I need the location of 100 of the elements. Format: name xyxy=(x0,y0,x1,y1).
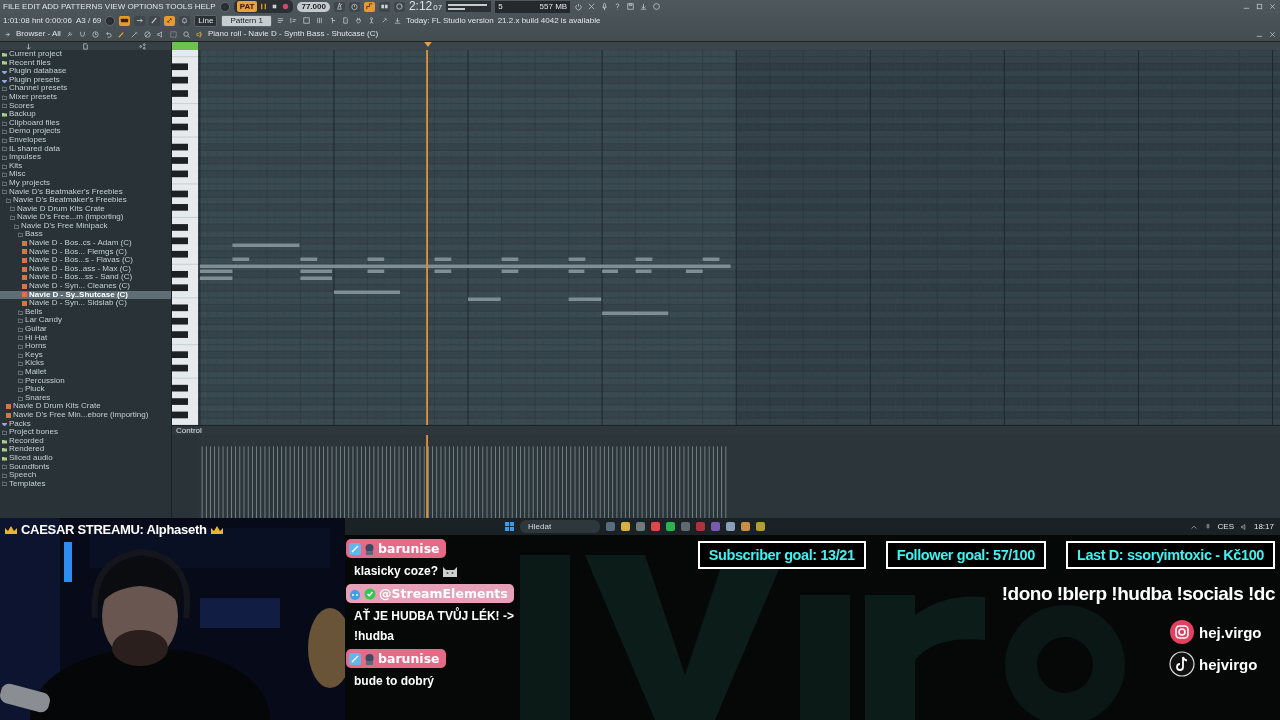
delete-icon[interactable] xyxy=(142,29,152,39)
game-app-icon[interactable] xyxy=(726,522,735,531)
export-icon[interactable] xyxy=(639,2,649,12)
browser-item[interactable]: My projects xyxy=(0,178,171,188)
daw-app-icon[interactable] xyxy=(756,522,765,531)
browser-item[interactable]: Lar Candy xyxy=(0,316,171,325)
browser-item[interactable]: Scores xyxy=(0,101,171,111)
browser-item[interactable]: Clipboard files xyxy=(0,118,171,128)
clock[interactable]: 18:17 xyxy=(1253,521,1274,532)
plug-icon[interactable] xyxy=(353,16,363,25)
scroll-marker[interactable] xyxy=(172,42,198,50)
browser-item[interactable]: Plugin database xyxy=(0,67,171,76)
folder-icon[interactable] xyxy=(621,522,630,531)
pattern-selector[interactable]: Pattern 1 xyxy=(221,14,272,27)
browser-item[interactable]: Navie D Drum Kits Crate xyxy=(0,402,171,411)
browser-item[interactable]: Project bones xyxy=(0,428,171,437)
search-field[interactable]: Hledat xyxy=(520,520,600,533)
store-icon[interactable] xyxy=(636,522,645,531)
browser-item[interactable]: Templates xyxy=(0,479,171,489)
browser-item[interactable]: Plugin presets xyxy=(0,75,171,85)
tempo-display[interactable]: 77.000 xyxy=(297,1,330,12)
browser-item[interactable]: Backup xyxy=(0,110,171,119)
main-menu[interactable]: FILE EDIT ADD PATTERNS VIEW OPTIONS TOOLS HELP xyxy=(3,1,216,12)
sort-icon[interactable] xyxy=(24,41,33,51)
browser-item[interactable]: Rendered xyxy=(0,445,171,454)
browser-item[interactable]: Channel presets xyxy=(0,84,171,93)
close-icon[interactable] xyxy=(1268,2,1277,12)
browser-item[interactable]: Keys xyxy=(0,350,171,360)
pause-icon[interactable] xyxy=(259,2,269,12)
browser-item[interactable]: Recent files xyxy=(0,58,171,68)
cut-icon[interactable] xyxy=(587,2,597,12)
piano-roll-icon[interactable] xyxy=(288,16,298,25)
browser-item[interactable]: Current project xyxy=(0,50,171,59)
share-icon[interactable] xyxy=(138,41,147,51)
playlist-icon[interactable] xyxy=(275,16,285,25)
browser-item[interactable]: Navie D's Free...m (importing) xyxy=(0,213,171,222)
browser-item[interactable]: Navie D - Bos..ass - Max (C) xyxy=(0,264,171,274)
bell-toggle[interactable] xyxy=(179,15,191,26)
step-toggle[interactable] xyxy=(363,1,375,12)
browser-item[interactable]: Navie D Drum Kits Crate xyxy=(0,204,171,214)
mixer-icon[interactable] xyxy=(314,16,324,25)
browser-item[interactable]: Speech xyxy=(0,471,171,480)
zoom-icon[interactable] xyxy=(181,29,191,39)
brush-icon[interactable] xyxy=(129,29,139,39)
browser-item[interactable]: Horns xyxy=(0,342,171,351)
task-view-icon[interactable] xyxy=(606,522,615,531)
browser-item[interactable]: Soundfonts xyxy=(0,462,171,472)
browser-item[interactable]: Guitar xyxy=(0,325,171,334)
speaker-icon[interactable] xyxy=(194,29,204,39)
browser-item[interactable]: Navie D's Beatmaker's Freebies xyxy=(0,196,171,205)
browser-item[interactable]: Navie D - Bos...s - Flavas (C) xyxy=(0,256,171,265)
save-icon[interactable] xyxy=(626,2,636,12)
brush-toggle[interactable] xyxy=(149,15,161,26)
browser-item[interactable]: Recorded xyxy=(0,436,171,446)
loop-toggle[interactable] xyxy=(393,1,405,12)
master-volume-knob[interactable] xyxy=(219,1,230,12)
download-icon[interactable] xyxy=(392,16,402,25)
browser-item[interactable]: Envelopes xyxy=(0,135,171,145)
maximize-icon[interactable] xyxy=(1255,2,1264,12)
browser-item[interactable]: Bass xyxy=(0,230,171,240)
power-icon[interactable] xyxy=(574,2,584,12)
browser-item[interactable]: Bells xyxy=(0,307,171,317)
browser-item[interactable]: Navie D - Syn... Sidslab (C) xyxy=(0,299,171,308)
channel-rack-icon[interactable] xyxy=(301,16,311,25)
player-app-icon[interactable] xyxy=(741,522,750,531)
browser-item[interactable]: Impulses xyxy=(0,153,171,162)
language-indicator[interactable]: CES xyxy=(1217,521,1234,532)
browser-item[interactable]: Mixer presets xyxy=(0,92,171,102)
arrow-toggle[interactable] xyxy=(134,15,146,26)
clock-icon[interactable] xyxy=(90,29,100,39)
browser-item[interactable]: Navie D - Sy..Shutcase (C) xyxy=(0,290,171,300)
browser-item[interactable]: Navie D's Free Minipack xyxy=(0,221,171,231)
close-icon[interactable] xyxy=(1268,29,1277,39)
keyboard-toggle[interactable] xyxy=(119,15,131,26)
browser-item[interactable]: Kits xyxy=(0,161,171,171)
mute-icon[interactable] xyxy=(155,29,165,39)
pattern-mode-button[interactable]: PAT xyxy=(236,1,258,13)
browser-item[interactable]: Demo projects xyxy=(0,127,171,136)
browser-item[interactable]: Navie D - Syn... Cleanes (C) xyxy=(0,282,171,291)
pin-app-icon[interactable] xyxy=(696,522,705,531)
volume-icon[interactable] xyxy=(1239,522,1248,531)
browser-item[interactable]: Packs xyxy=(0,419,171,429)
browser-item[interactable]: Navie D - Bos... Flemgs (C) xyxy=(0,247,171,257)
browser-item[interactable]: Navie D - Bos..cs - Adam (C) xyxy=(0,239,171,248)
microphone-icon[interactable] xyxy=(600,2,610,12)
browser-item[interactable]: Pluck xyxy=(0,385,171,394)
snap-dropdown[interactable]: Line xyxy=(194,14,218,27)
browser-item[interactable]: Navie D's Beatmaker's Freebies xyxy=(0,187,171,197)
master-pitch-knob[interactable] xyxy=(105,15,116,26)
browser-item[interactable]: Snares xyxy=(0,393,171,403)
file-icon[interactable] xyxy=(81,41,90,51)
browser-item[interactable]: Mallet xyxy=(0,367,171,377)
file-icon[interactable] xyxy=(340,16,350,25)
browser-item[interactable]: Kicks xyxy=(0,359,171,368)
metronome-toggle[interactable] xyxy=(333,1,345,12)
browser-item[interactable]: Sliced audio xyxy=(0,453,171,463)
browser-icon[interactable] xyxy=(651,522,660,531)
browser-item[interactable]: Misc xyxy=(0,170,171,179)
browser-item[interactable]: Navie D's Free Min...ebore (importing) xyxy=(0,410,171,420)
browser-item[interactable]: IL shared data xyxy=(0,144,171,154)
